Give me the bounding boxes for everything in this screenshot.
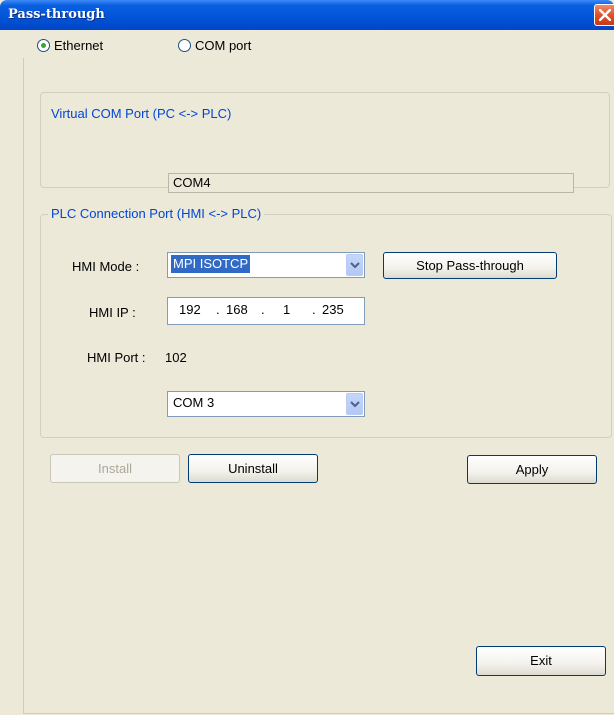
plc-connection-group-title: PLC Connection Port (HMI <-> PLC) <box>48 206 265 221</box>
ip-octet-3: 1 <box>283 302 291 317</box>
hmi-port-value: 102 <box>165 350 187 365</box>
install-button[interactable]: Install <box>50 454 180 483</box>
hmi-port-label: HMI Port : <box>87 350 146 365</box>
ip-octet-1: 192 <box>179 302 201 317</box>
ip-separator-1: . <box>216 302 220 317</box>
chevron-down-icon <box>350 262 360 269</box>
window-title: Pass-through <box>8 7 105 22</box>
stop-pass-through-button[interactable]: Stop Pass-through <box>383 252 557 279</box>
exit-button[interactable]: Exit <box>476 646 606 676</box>
hmi-mode-select[interactable]: MPI ISOTCP <box>167 252 365 278</box>
close-button[interactable] <box>594 4 614 26</box>
radio-dot-icon <box>37 39 50 52</box>
com-port-value: COM 3 <box>173 395 215 410</box>
apply-button[interactable]: Apply <box>467 455 597 484</box>
com-port-select[interactable]: COM 3 <box>167 391 365 417</box>
chevron-down-icon <box>350 401 360 408</box>
dialog-body: Ethernet COM port Virtual COM Port (PC <… <box>0 30 614 715</box>
hmi-mode-dropdown-button[interactable] <box>346 254 363 276</box>
radio-ethernet[interactable]: Ethernet <box>37 38 103 53</box>
hmi-ip-field[interactable]: 192 . 168 . 1 . 235 <box>167 297 365 325</box>
ip-separator-3: . <box>312 302 316 317</box>
close-icon <box>599 9 611 21</box>
ip-separator-2: . <box>261 302 265 317</box>
com-port-dropdown-button[interactable] <box>346 393 363 415</box>
radio-ethernet-label: Ethernet <box>54 38 104 53</box>
radio-com-port[interactable]: COM port <box>178 38 251 53</box>
virtual-com-field: COM4 <box>168 173 574 193</box>
radio-empty-icon <box>178 39 191 52</box>
hmi-mode-label: HMI Mode : <box>72 259 140 274</box>
pass-through-dialog: Pass-through Ethernet COM port Virtual C… <box>0 0 614 715</box>
title-bar[interactable]: Pass-through <box>0 0 614 30</box>
uninstall-button[interactable]: Uninstall <box>188 454 318 483</box>
hmi-ip-label: HMI IP : <box>89 305 136 320</box>
ip-octet-2: 168 <box>226 302 248 317</box>
hmi-mode-value: MPI ISOTCP <box>171 255 251 273</box>
ip-octet-4: 235 <box>322 302 344 317</box>
radio-com-port-label: COM port <box>195 38 252 53</box>
virtual-com-group-title: Virtual COM Port (PC <-> PLC) <box>48 106 235 121</box>
